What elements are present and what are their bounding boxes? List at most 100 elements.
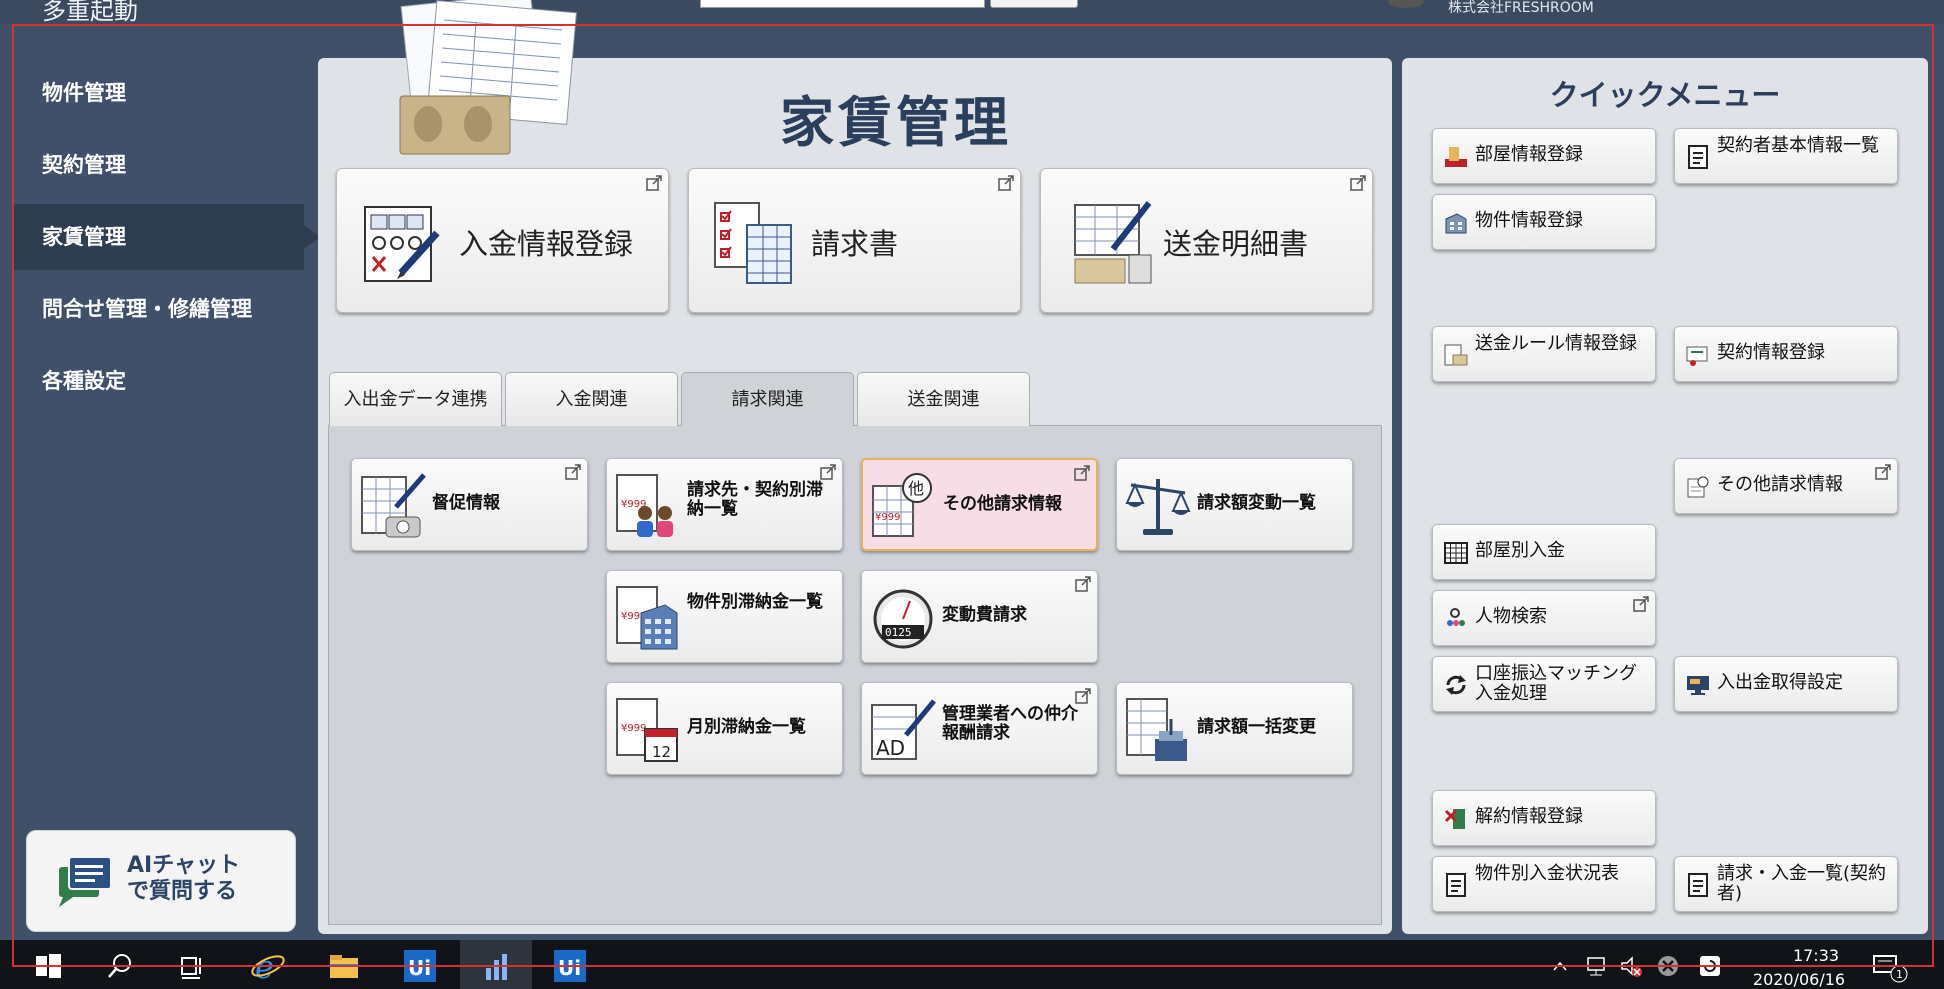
monthly-arrears-label: 月別滞納金一覧 [687,717,806,737]
svg-text:Ui: Ui [558,956,581,980]
payment-registration-label: 入金情報登録 [459,227,634,261]
task-view-icon[interactable] [174,948,210,984]
billing-change-list-label: 請求額変動一覧 [1197,493,1316,513]
quick-other-billing-info[interactable]: その他請求情報 [1674,458,1898,514]
grid-icon [1444,542,1468,564]
room-icon [1445,147,1467,167]
reminder-info-button[interactable]: 督促情報 [351,458,588,551]
external-link-icon [1633,596,1649,612]
quick-payment-status-by-property[interactable]: 物件別入金状況表 [1432,856,1656,912]
scale-icon [1125,479,1191,535]
clock-time[interactable]: 17:33 [1778,946,1854,965]
page-title: 家賃管理 [780,91,1012,154]
sidebar-item-label: 問合せ管理・修繕管理 [42,297,252,321]
sidebar-item-property[interactable]: 物件管理 [14,60,304,126]
external-link-icon [1074,465,1090,481]
quick-cash-fetch-settings[interactable]: 入出金取得設定 [1674,656,1898,712]
tab-billing[interactable]: 請求関連 [681,372,854,426]
svg-text:¥999: ¥999 [875,512,900,523]
tab-label: 入金関連 [555,389,628,410]
arrears-by-payer-button[interactable]: ¥999 請求先・契約別滞納一覧 [606,458,843,551]
other-billing-icon: ¥999 他 [872,473,932,537]
other-billing-info-button[interactable]: ¥999 他 その他請求情報 [861,458,1098,551]
network-icon[interactable] [1584,948,1610,984]
external-link-icon [1875,464,1891,480]
remittance-statement-button[interactable]: 送金明細書 [1040,168,1373,313]
sidebar-item-inquiry-repair[interactable]: 問合せ管理・修繕管理 [14,276,304,342]
quick-menu-label: 送金ルール情報登録 [1475,333,1637,354]
sidebar-item-label: 物件管理 [42,81,126,105]
billing-change-list-button[interactable]: 請求額変動一覧 [1116,458,1353,551]
svg-text:Ui: Ui [408,956,431,980]
notification-icon[interactable]: 1 [1870,948,1910,984]
sync-icon[interactable] [1696,948,1724,984]
payment-registration-button[interactable]: 入金情報登録 [336,168,669,313]
clock-date[interactable]: 2020/06/16 [1744,970,1854,989]
monitor-icon [1687,676,1709,695]
search-icon[interactable] [102,948,138,984]
tab-label: 請求関連 [731,389,804,410]
tab-label: 入出金データ連携 [343,389,488,410]
top-bar: 多重起動 株式会社FRESHROOM [0,0,1944,25]
top-search-button[interactable] [990,0,1078,8]
top-search-input[interactable] [700,0,985,8]
broker-fee-billing-label: 管理業者への仲介報酬請求 [942,704,1078,743]
quick-contract-registration[interactable]: 契約情報登録 [1674,326,1898,382]
quick-menu-label: 人物検索 [1475,606,1547,627]
ai-chat-label: AIチャット で質問する [127,853,240,904]
quick-property-registration[interactable]: 物件情報登録 [1432,194,1656,250]
quick-menu-label: 口座振込マッチング入金処理 [1475,663,1637,704]
invoice-label: 請求書 [811,227,899,261]
remit-rule-icon [1444,344,1468,366]
sidebar-item-rent[interactable]: 家賃管理 [14,204,320,270]
variable-cost-billing-label: 変動費請求 [942,605,1027,625]
chart-app-icon[interactable] [478,948,514,984]
quick-menu-label: 物件情報登録 [1475,210,1583,231]
arrears-by-property-button[interactable]: ¥999 物件別滞納金一覧 [606,570,843,663]
broker-fee-billing-button[interactable]: AD 管理業者への仲介報酬請求 [861,682,1098,775]
quick-transfer-matching[interactable]: 口座振込マッチング入金処理 [1432,656,1656,712]
sidebar-item-settings[interactable]: 各種設定 [14,348,304,414]
variable-cost-billing-button[interactable]: 0125 変動費請求 [861,570,1098,663]
quick-billing-payment-list[interactable]: 請求・入金一覧(契約者) [1674,856,1898,912]
external-link-icon [646,175,662,191]
uipath-icon[interactable]: Ui [402,948,438,984]
quick-menu-label: 部屋別入金 [1475,540,1565,561]
notification-count: 1 [1896,968,1903,981]
ai-chat-button[interactable]: AIチャット で質問する [26,830,296,932]
monthly-arrears-button[interactable]: ¥999 12 月別滞納金一覧 [606,682,843,775]
external-link-icon [820,464,836,480]
sidebar-item-contract[interactable]: 契約管理 [14,132,304,198]
cancel-contract-icon [1444,809,1465,829]
meter-icon: 0125 [873,589,933,649]
file-explorer-icon[interactable] [326,948,362,984]
arrears-by-property-label: 物件別滞納金一覧 [687,592,823,612]
tab-remittance[interactable]: 送金関連 [857,372,1030,426]
quick-menu-label: 入出金取得設定 [1717,672,1843,693]
uipath-icon[interactable]: Ui [552,948,588,984]
quick-payment-by-room[interactable]: 部屋別入金 [1432,524,1656,580]
quick-contractor-list[interactable]: 契約者基本情報一覧 [1674,128,1898,184]
bulk-billing-change-button[interactable]: 請求額一括変更 [1116,682,1353,775]
quick-remit-rule-registration[interactable]: 送金ルール情報登録 [1432,326,1656,382]
quick-menu-label: 部屋情報登録 [1475,144,1583,165]
other-billing-info-label: その他請求情報 [943,494,1062,514]
svg-text:他: 他 [908,479,924,498]
remittance-statement-icon [1074,201,1152,284]
taskbar [0,940,1944,989]
tab-cash-data-link[interactable]: 入出金データ連携 [329,372,502,426]
volume-muted-icon[interactable] [1618,948,1644,984]
avatar[interactable] [1388,0,1424,8]
tab-payment[interactable]: 入金関連 [505,372,678,426]
quick-cancellation-registration[interactable]: 解約情報登録 [1432,790,1656,846]
chat-bubble-icon [59,856,112,907]
internet-explorer-icon[interactable]: e [250,948,286,984]
chevron-up-icon[interactable] [1550,948,1570,984]
quick-room-registration[interactable]: 部屋情報登録 [1432,128,1656,184]
start-icon[interactable] [30,948,66,984]
quick-menu-label: その他請求情報 [1717,474,1843,495]
close-circle-icon[interactable] [1654,948,1682,984]
invoice-button[interactable]: 請求書 [688,168,1021,313]
quick-person-search[interactable]: 人物検索 [1432,590,1656,646]
external-link-icon [1075,576,1091,592]
